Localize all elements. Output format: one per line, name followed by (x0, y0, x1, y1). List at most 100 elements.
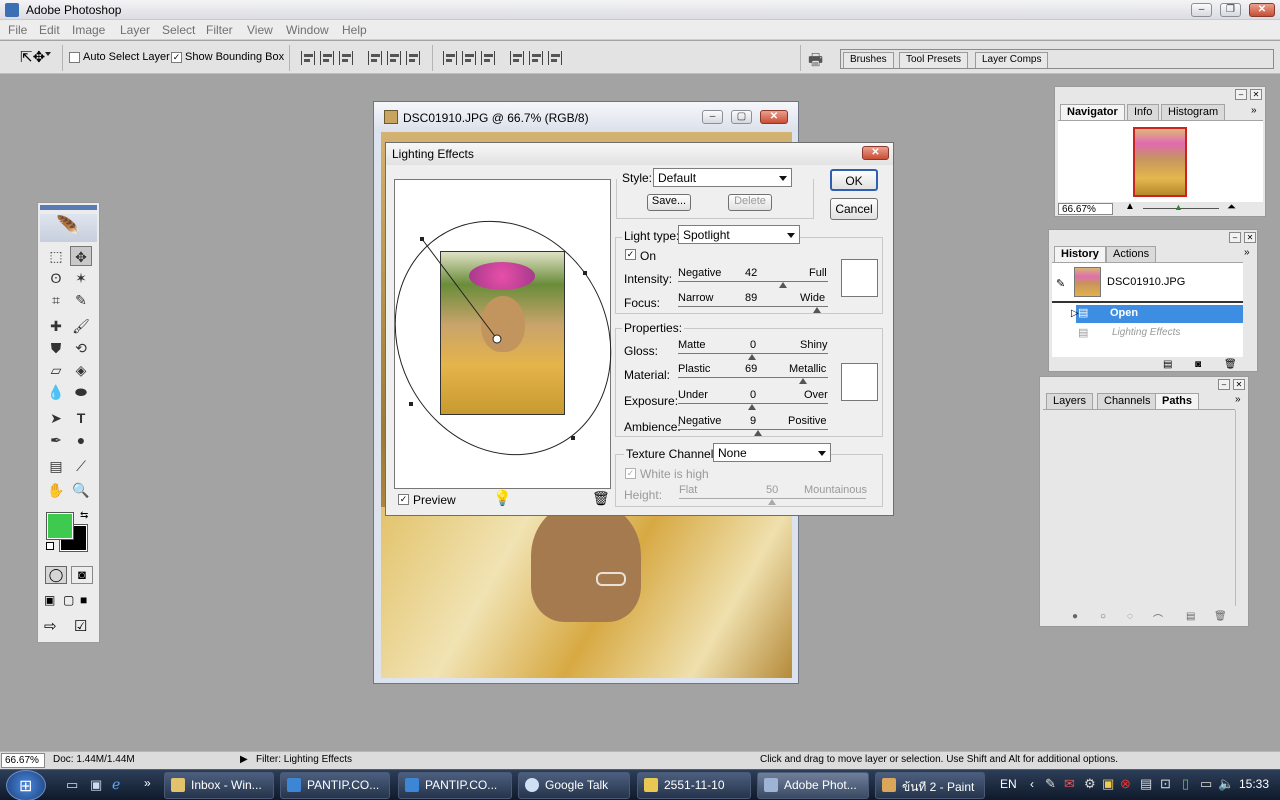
save-style-button[interactable]: Save... (647, 194, 691, 211)
stroke-path-icon[interactable]: ○ (1100, 611, 1106, 622)
tab-paths[interactable]: Paths (1155, 393, 1199, 409)
ambient-color-swatch[interactable] (841, 363, 878, 401)
menu-view[interactable]: View (247, 23, 273, 37)
panel-close-icon[interactable]: ✕ (1244, 232, 1256, 243)
spotlight-ellipse[interactable] (395, 180, 612, 490)
panel-menu-icon[interactable]: » (1235, 394, 1241, 405)
history-state-lighting-effects[interactable]: ▤ Lighting Effects (1076, 325, 1243, 343)
white-is-high-checkbox[interactable]: ✓ (625, 468, 636, 479)
history-brush-source-icon[interactable]: ✎ (1056, 277, 1065, 290)
swap-colors-icon[interactable]: ⇆ (80, 510, 88, 521)
align-left-icon[interactable] (368, 51, 382, 65)
menu-layer[interactable]: Layer (120, 23, 150, 37)
ok-button[interactable]: OK (830, 169, 878, 191)
align-vertical-center-icon[interactable] (320, 51, 334, 65)
navigator-thumbnail[interactable] (1133, 127, 1187, 197)
internet-explorer-icon[interactable]: ℯ (112, 776, 120, 793)
restore-button[interactable]: ❐ (1220, 3, 1241, 17)
well-tab-layer-comps[interactable]: Layer Comps (975, 52, 1049, 68)
menu-window[interactable]: Window (286, 23, 329, 37)
healing-brush-tool-icon[interactable]: ✚ (45, 316, 67, 336)
close-button[interactable]: ✕ (1249, 3, 1275, 17)
fill-path-icon[interactable]: ● (1072, 611, 1078, 622)
language-indicator[interactable]: EN (1000, 777, 1017, 791)
intensity-slider[interactable] (678, 281, 828, 282)
eyedropper-tool-icon[interactable]: ⟋ (70, 456, 92, 476)
align-top-icon[interactable] (301, 51, 315, 65)
tab-channels[interactable]: Channels (1097, 393, 1158, 409)
light-type-select[interactable]: Spotlight (678, 225, 800, 244)
tray-app-icon[interactable]: ✎ (1045, 776, 1056, 792)
document-minimize-button[interactable]: – (702, 110, 723, 124)
tray-mail-icon[interactable]: ✉ (1064, 776, 1075, 792)
volume-icon[interactable]: 🔈 (1218, 776, 1234, 792)
panel-menu-icon[interactable]: » (1251, 105, 1257, 116)
zoom-out-icon[interactable]: ▲ (1125, 201, 1135, 212)
file-browser-icon[interactable]: 🖶 (808, 49, 823, 76)
intensity-slider-thumb[interactable] (779, 282, 787, 288)
delete-light-trash-icon[interactable]: 🗑 (592, 490, 610, 507)
zoom-slider-thumb[interactable]: ▲ (1174, 202, 1183, 212)
taskbar-item-folder[interactable]: 2551-11-10 (637, 772, 751, 799)
history-state-open[interactable]: ▤ Open (1076, 305, 1243, 323)
status-menu-arrow-icon[interactable]: ▶ (240, 754, 248, 765)
move-tool-icon[interactable]: ⇱✥ (20, 48, 45, 66)
document-close-button[interactable]: ✕ (760, 110, 788, 124)
new-snapshot-icon[interactable]: ◙ (1195, 359, 1201, 370)
load-path-as-selection-icon[interactable]: ◌ (1127, 611, 1133, 622)
distribute-top-icon[interactable] (443, 51, 457, 65)
dialog-close-button[interactable]: ✕ (862, 146, 889, 160)
history-brush-tool-icon[interactable]: ⟲ (70, 338, 92, 358)
distribute-horizontal-center-icon[interactable] (529, 51, 543, 65)
tab-histogram[interactable]: Histogram (1161, 104, 1226, 120)
auto-select-layer-checkbox[interactable] (69, 52, 80, 63)
tab-navigator[interactable]: Navigator (1060, 104, 1125, 120)
hand-tool-icon[interactable]: ✋ (45, 480, 67, 500)
tab-actions[interactable]: Actions (1106, 246, 1157, 262)
panel-minimize-icon[interactable]: – (1235, 89, 1247, 100)
move-tool-icon[interactable]: ✥ (70, 246, 92, 266)
tray-monitor-icon[interactable]: ▭ (1200, 776, 1212, 792)
add-light-bulb-icon[interactable]: 💡 (493, 489, 512, 507)
dodge-tool-icon[interactable]: ⬬ (70, 382, 92, 402)
panel-menu-icon[interactable]: » (1244, 247, 1250, 258)
screen-mode-full-icon[interactable]: ■ (80, 593, 87, 607)
light-preview-area[interactable] (394, 179, 612, 490)
paths-scrollbar[interactable] (1235, 410, 1245, 606)
path-selection-tool-icon[interactable]: ➤ (45, 408, 67, 428)
brush-tool-icon[interactable]: 🖌 (70, 316, 92, 336)
delete-state-icon[interactable]: 🗑 (1224, 359, 1237, 370)
pen-tool-icon[interactable]: ✒ (45, 430, 67, 450)
tray-security-icon[interactable]: ⊗ (1120, 776, 1131, 792)
crop-tool-icon[interactable]: ⌗ (45, 290, 67, 310)
paint-bucket-tool-icon[interactable]: ◈ (70, 360, 92, 380)
foreground-color-swatch[interactable] (46, 512, 74, 540)
light-on-checkbox[interactable]: ✓ (625, 249, 636, 260)
delete-path-icon[interactable]: 🗑 (1214, 611, 1227, 622)
tab-history[interactable]: History (1054, 246, 1106, 262)
menu-file[interactable]: File (8, 23, 27, 37)
material-slider-thumb[interactable] (799, 378, 807, 384)
align-right-icon[interactable] (406, 51, 420, 65)
panel-minimize-icon[interactable]: – (1218, 379, 1230, 390)
clock[interactable]: 15:33 (1239, 777, 1269, 791)
tray-tool-icon[interactable]: ⚙ (1084, 776, 1096, 792)
taskbar-item-pantip-2[interactable]: PANTIP.CO... (398, 772, 512, 799)
navigator-zoom-field[interactable]: 66.67% (1058, 203, 1113, 215)
start-button[interactable]: ⊞ (6, 770, 46, 800)
distribute-vertical-center-icon[interactable] (462, 51, 476, 65)
tray-device-icon[interactable]: ▤ (1140, 776, 1152, 792)
taskbar-item-photoshop[interactable]: Adobe Phot... (757, 772, 869, 799)
panel-close-icon[interactable]: ✕ (1233, 379, 1245, 390)
tray-folder-icon[interactable]: ▣ (1102, 776, 1114, 792)
menu-help[interactable]: Help (342, 23, 367, 37)
notes-tool-icon[interactable]: ▤ (45, 456, 67, 476)
focus-slider-thumb[interactable] (813, 307, 821, 313)
new-document-from-state-icon[interactable]: ▤ (1163, 359, 1172, 370)
zoom-in-icon[interactable]: ⏶ (1227, 201, 1236, 214)
tab-layers[interactable]: Layers (1046, 393, 1094, 409)
show-desktop-icon[interactable]: ▭ (66, 777, 78, 793)
feather-logo-icon[interactable]: 🪶 (40, 214, 97, 242)
cancel-button[interactable]: Cancel (830, 198, 878, 220)
status-zoom-field[interactable]: 66.67% (1, 753, 45, 768)
